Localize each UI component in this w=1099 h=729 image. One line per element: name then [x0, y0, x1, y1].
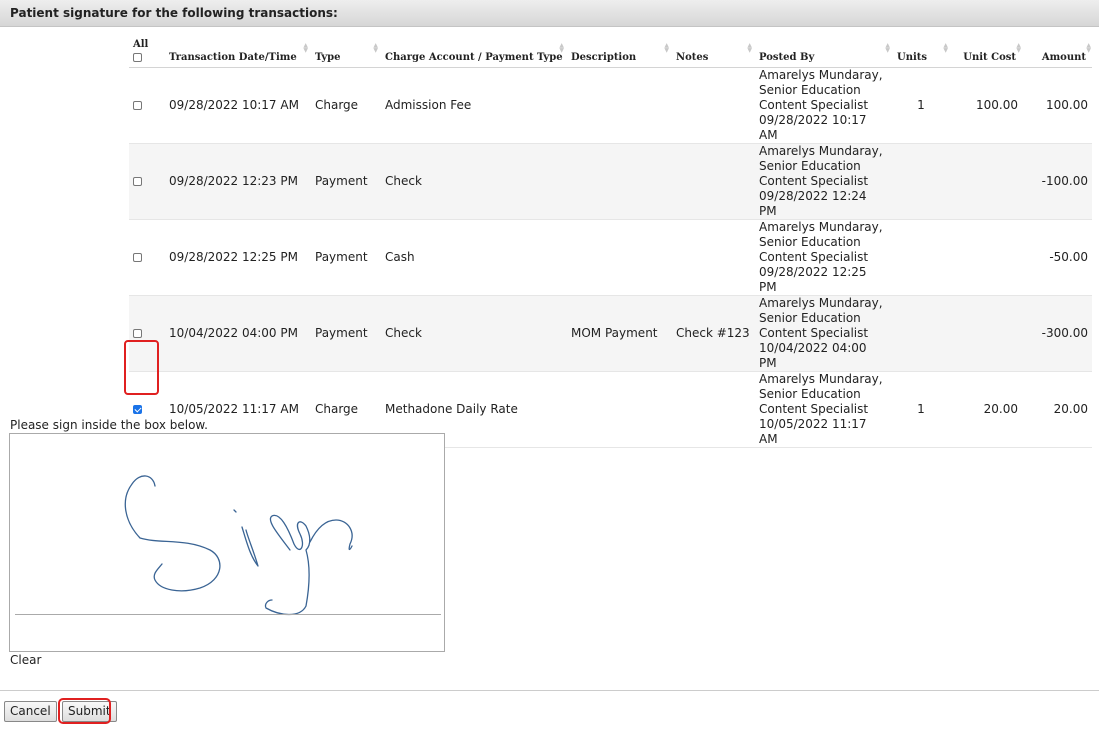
- cell-units: [891, 143, 949, 220]
- cell-datetime: 09/28/2022 10:17 AM: [163, 67, 309, 144]
- clear-signature-link[interactable]: Clear: [10, 653, 41, 667]
- signature-instruction: Please sign inside the box below.: [10, 418, 208, 432]
- table-row: 09/28/2022 12:25 PM Payment Cash Amarely…: [129, 219, 1092, 296]
- table-row: 09/28/2022 10:17 AM Charge Admission Fee…: [129, 67, 1092, 144]
- signature-strokes: [124, 475, 353, 616]
- cell-notes: [670, 143, 753, 220]
- cell-datetime: 10/04/2022 04:00 PM: [163, 295, 309, 372]
- cell-account: Admission Fee: [379, 67, 565, 144]
- cell-amount: -50.00: [1022, 219, 1092, 296]
- table-row: 10/04/2022 04:00 PM Payment Check MOM Pa…: [129, 295, 1092, 372]
- cell-amount: 20.00: [1022, 371, 1092, 448]
- column-header-posted-by[interactable]: Posted By ▲ ▼: [753, 34, 891, 68]
- column-header-account[interactable]: Charge Account / Payment Type ▲ ▼: [379, 34, 565, 68]
- footer-divider: [0, 690, 1099, 691]
- cell-amount: -100.00: [1022, 143, 1092, 220]
- cell-account: Cash: [379, 219, 565, 296]
- dialog-header: Patient signature for the following tran…: [0, 0, 1099, 27]
- cell-unit-cost: [949, 295, 1022, 372]
- cell-description: [565, 67, 670, 144]
- cell-units: 1: [891, 67, 949, 144]
- cell-amount: -300.00: [1022, 295, 1092, 372]
- cell-posted-by: Amarelys Mundaray, Senior Education Conten…: [753, 219, 891, 296]
- column-header-notes[interactable]: Notes ▲ ▼: [670, 34, 753, 68]
- row-select-checkbox[interactable]: [133, 253, 142, 262]
- sort-icon: ▲ ▼: [885, 42, 890, 54]
- cell-type: Payment: [309, 143, 379, 220]
- cell-posted-by: Amarelys Mundaray, Senior Education Conten…: [753, 67, 891, 144]
- cell-account: Check: [379, 143, 565, 220]
- cell-notes: [670, 371, 753, 448]
- row-select-checkbox[interactable]: [133, 177, 142, 186]
- cell-type: Payment: [309, 295, 379, 372]
- sort-icon: ▲ ▼: [559, 42, 564, 54]
- sort-icon: ▲ ▼: [943, 42, 948, 54]
- cell-notes: Check #123: [670, 295, 753, 372]
- column-header-units[interactable]: Units ▲ ▼: [891, 34, 949, 68]
- select-all-checkbox[interactable]: [133, 52, 142, 62]
- cell-posted-by: Amarelys Mundaray, Senior Education Conten…: [753, 143, 891, 220]
- column-header-all: All: [129, 34, 163, 68]
- row-select-checkbox[interactable]: [133, 329, 142, 338]
- row-select-checkbox[interactable]: [133, 101, 142, 110]
- column-header-amount[interactable]: Amount ▲ ▼: [1022, 34, 1092, 68]
- row-select-checkbox[interactable]: [133, 405, 142, 414]
- cell-notes: [670, 219, 753, 296]
- cell-description: MOM Payment: [565, 295, 670, 372]
- cell-type: Charge: [309, 67, 379, 144]
- cell-unit-cost: [949, 219, 1022, 296]
- select-all-label: All: [133, 38, 149, 50]
- sort-icon: ▲ ▼: [747, 42, 752, 54]
- cancel-button[interactable]: Cancel: [4, 701, 57, 722]
- sort-icon: ▲ ▼: [1086, 42, 1091, 54]
- cell-amount: 100.00: [1022, 67, 1092, 144]
- signature-pad[interactable]: [9, 433, 445, 652]
- table-header-row: All Transaction Date/Time ▲ ▼ Type ▲ ▼ Charg…: [129, 34, 1092, 68]
- sort-icon: ▲ ▼: [373, 42, 378, 54]
- checkbox-highlight-annotation: [124, 340, 159, 395]
- cell-description: [565, 219, 670, 296]
- cell-type: Payment: [309, 219, 379, 296]
- cell-unit-cost: [949, 143, 1022, 220]
- sort-icon: ▲ ▼: [664, 42, 669, 54]
- cell-description: [565, 143, 670, 220]
- cell-unit-cost: 20.00: [949, 371, 1022, 448]
- cell-datetime: 09/28/2022 12:25 PM: [163, 219, 309, 296]
- table-row: 09/28/2022 12:23 PM Payment Check Amarel…: [129, 143, 1092, 220]
- submit-highlight-annotation: [58, 698, 111, 724]
- cell-datetime: 09/28/2022 12:23 PM: [163, 143, 309, 220]
- column-header-description[interactable]: Description ▲ ▼: [565, 34, 670, 68]
- column-header-type[interactable]: Type ▲ ▼: [309, 34, 379, 68]
- cell-posted-by: Amarelys Mundaray, Senior Education Conten…: [753, 371, 891, 448]
- sort-icon: ▲ ▼: [303, 42, 308, 54]
- cell-notes: [670, 67, 753, 144]
- signature-baseline: [15, 614, 441, 615]
- cell-description: [565, 371, 670, 448]
- transactions-table: All Transaction Date/Time ▲ ▼ Type ▲ ▼ Charg…: [129, 34, 1092, 448]
- cell-units: [891, 219, 949, 296]
- cell-units: 1: [891, 371, 949, 448]
- cell-units: [891, 295, 949, 372]
- cell-posted-by: Amarelys Mundaray, Senior Education Conten…: [753, 295, 891, 372]
- column-header-unit-cost[interactable]: Unit Cost ▲ ▼: [949, 34, 1022, 68]
- cell-account: Check: [379, 295, 565, 372]
- cell-unit-cost: 100.00: [949, 67, 1022, 144]
- sort-icon: ▲ ▼: [1016, 42, 1021, 54]
- column-header-datetime[interactable]: Transaction Date/Time ▲ ▼: [163, 34, 309, 68]
- dialog-title: Patient signature for the following tran…: [10, 6, 338, 20]
